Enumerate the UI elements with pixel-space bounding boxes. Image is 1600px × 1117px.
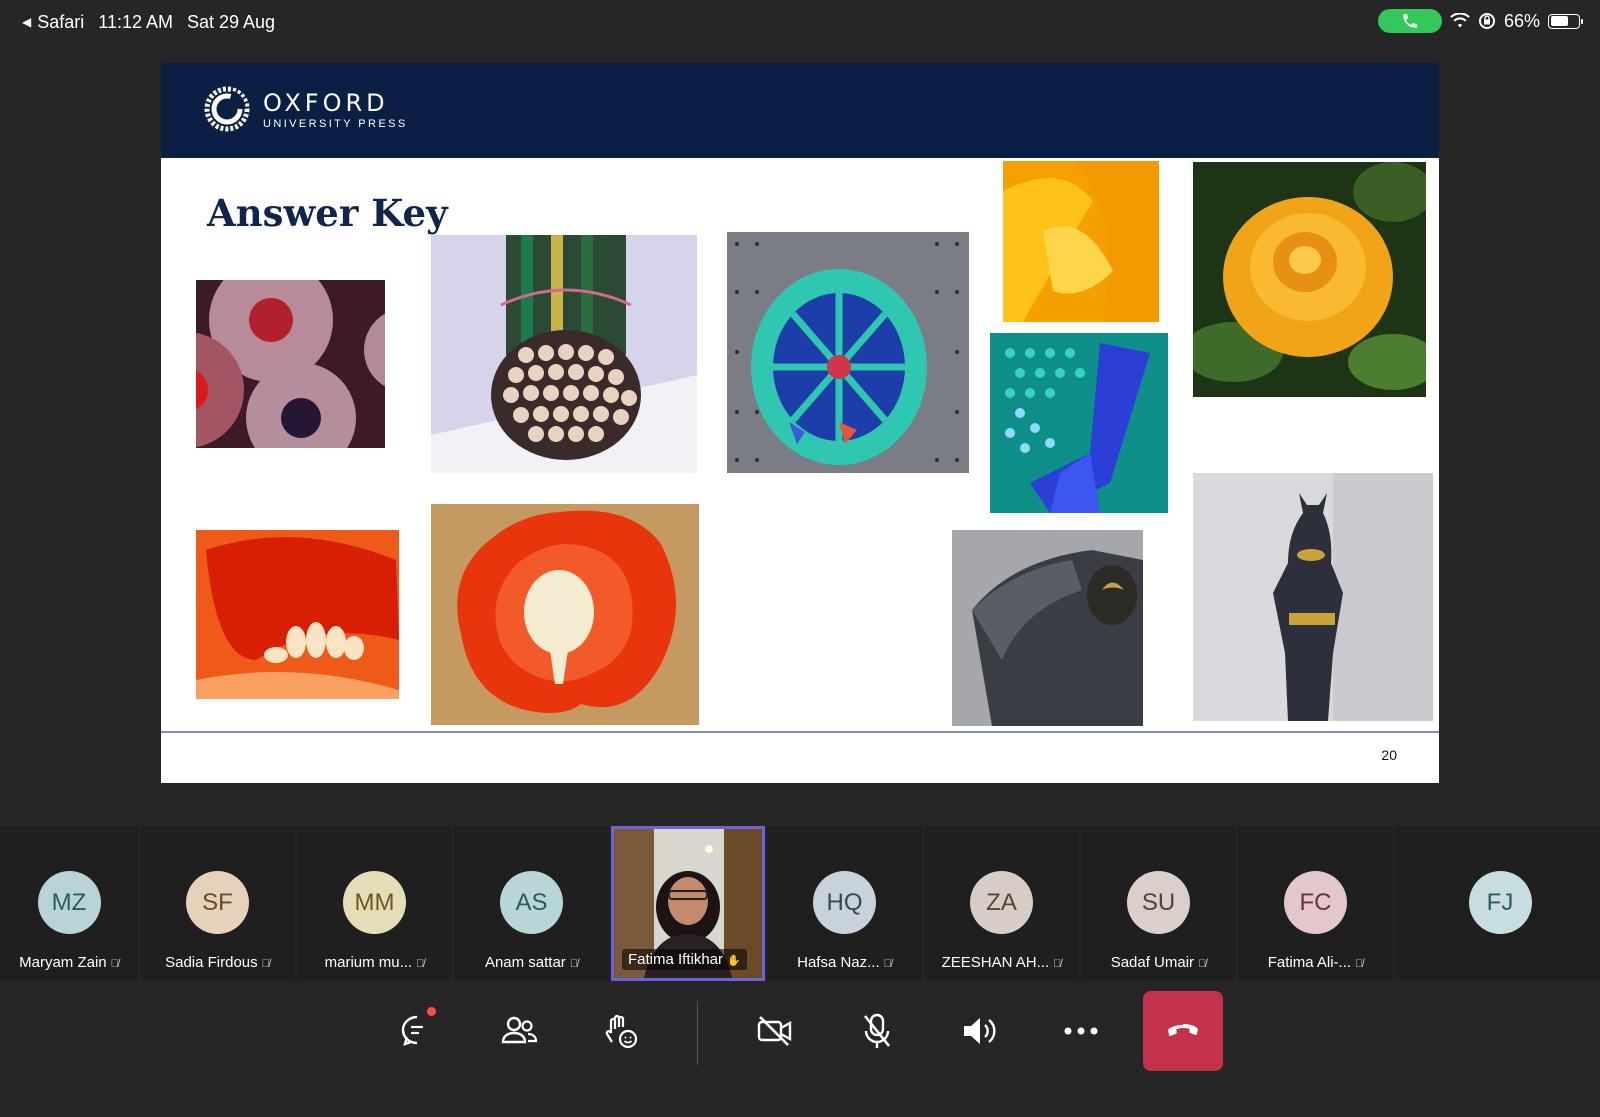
participants-button[interactable] (479, 991, 559, 1071)
batman-figure-image (1193, 473, 1433, 721)
participant-name: Fatima Iftikhar (628, 951, 724, 968)
orientation-lock-icon (1478, 13, 1495, 29)
back-arrow-icon: ◀ (22, 15, 32, 29)
dartboard-image (727, 232, 969, 473)
mic-off-icon: 🎙̸ (569, 958, 579, 970)
participant-name: ZEESHAN AH... (941, 954, 1050, 971)
battery-percent: 66% (1503, 10, 1540, 31)
participant-name: Anam sattar (484, 954, 566, 971)
mic-off-icon (863, 1013, 891, 1048)
shared-slide: OXFORD UNIVERSITY PRESS Answer Key 20 (161, 63, 1439, 783)
participant-tile-video[interactable]: Fatima Iftikhar ✋ (611, 826, 765, 981)
yellow-rose-closeup-image (1003, 161, 1159, 322)
brand-subtitle: UNIVERSITY PRESS (263, 117, 408, 130)
active-call-pill[interactable] (1377, 9, 1442, 33)
participant-tile[interactable]: MM marium mu... 🎙̸ (297, 826, 452, 981)
avatar: SF (186, 871, 249, 934)
participant-tile[interactable]: HQ Hafsa Naz... 🎙̸ (767, 826, 922, 981)
brand-name: OXFORD (263, 88, 389, 117)
participant-tile[interactable]: FC Fatima Ali-... 🎙̸ (1238, 826, 1393, 981)
avatar: HQ (813, 871, 876, 934)
oxford-logo: OXFORD UNIVERSITY PRESS (203, 85, 408, 133)
avatar: MM (343, 871, 406, 934)
mic-off-icon: 🎙̸ (416, 958, 425, 970)
avatar: ZA (970, 871, 1033, 934)
mic-off-icon: 🎙̸ (883, 958, 892, 970)
battery-icon (1548, 13, 1583, 29)
status-bar: ◀ Safari 11:12 AM Sat 29 Aug 66% (0, 0, 1600, 44)
back-to-app-button[interactable]: ◀ Safari (22, 12, 84, 33)
raise-hand-icon (605, 1014, 638, 1049)
participant-name: Maryam Zain (19, 954, 107, 971)
dartboard-closeup-image (990, 333, 1168, 513)
speaker-button[interactable] (939, 991, 1019, 1071)
participant-name: Sadaf Umair (1110, 954, 1195, 971)
react-button[interactable] (581, 991, 661, 1071)
controls-divider (697, 1001, 698, 1065)
batman-closeup-image (952, 530, 1143, 726)
oxford-emblem-icon (204, 86, 250, 132)
slide-footer-line (161, 731, 1439, 733)
back-app-label: Safari (37, 11, 85, 32)
status-time: 11:12 AM (98, 11, 173, 32)
participant-name: Fatima Ali-... (1267, 954, 1352, 971)
more-options-button[interactable] (1041, 991, 1121, 1071)
slide-header: OXFORD UNIVERSITY PRESS (161, 63, 1439, 158)
yellow-rose-image (1193, 162, 1426, 397)
wifi-icon (1450, 13, 1470, 28)
participant-tile[interactable]: SF Sadia Firdous 🎙̸ (140, 826, 295, 981)
camera-toggle-button[interactable] (735, 991, 815, 1071)
slide-page-number: 20 (1381, 747, 1397, 763)
pepper-closeup-image (196, 530, 399, 699)
participant-tile[interactable]: SU Sadaf Umair 🎙̸ (1081, 826, 1236, 981)
mic-off-icon: 🎙̸ (261, 958, 270, 970)
mic-off-icon: 🎙̸ (110, 958, 119, 970)
mic-toggle-button[interactable] (837, 991, 917, 1071)
avatar: FC (1284, 871, 1347, 934)
battery-fill (1550, 16, 1569, 26)
avatar: MZ (37, 871, 101, 934)
end-call-button[interactable] (1143, 991, 1223, 1071)
participant-strip[interactable]: MZ Maryam Zain 🎙̸ SF Sadia Firdous 🎙̸ MM m… (0, 826, 1600, 981)
slide-title: Answer Key (207, 191, 448, 235)
chat-button[interactable] (377, 991, 457, 1071)
mic-off-icon: 🎙̸ (1053, 958, 1062, 970)
pencils-closeup-image (196, 280, 385, 448)
phone-icon (1403, 14, 1417, 28)
people-icon (501, 1016, 538, 1044)
chat-icon (401, 1015, 423, 1046)
participant-tile[interactable]: MZ Maryam Zain 🎙̸ (0, 826, 138, 981)
avatar: FJ (1468, 871, 1532, 934)
more-icon (1064, 1027, 1098, 1035)
participant-name: Sadia Firdous (165, 954, 258, 971)
participant-tile[interactable]: FJ (1395, 826, 1600, 981)
mic-off-icon: 🎙̸ (1198, 958, 1207, 970)
participant-tile[interactable]: AS Anam sattar 🎙̸ (454, 826, 609, 981)
pencil-bundle-image (431, 235, 697, 473)
hang-up-icon (1168, 1024, 1198, 1036)
participant-name: Hafsa Naz... (797, 954, 880, 971)
avatar: SU (1127, 871, 1190, 934)
avatar: AS (500, 871, 563, 934)
mic-off-icon: 🎙̸ (1355, 958, 1364, 970)
camera-off-icon (757, 1016, 792, 1046)
hand-icon: ✋ (727, 955, 741, 967)
participant-tile[interactable]: ZA ZEESHAN AH... 🎙̸ (924, 826, 1079, 981)
call-controls (0, 991, 1600, 1075)
red-pepper-image (431, 504, 699, 725)
status-date: Sat 29 Aug (186, 11, 276, 32)
participant-name: marium mu... (324, 954, 413, 971)
speaker-icon (964, 1018, 996, 1044)
unread-badge (427, 1007, 436, 1016)
